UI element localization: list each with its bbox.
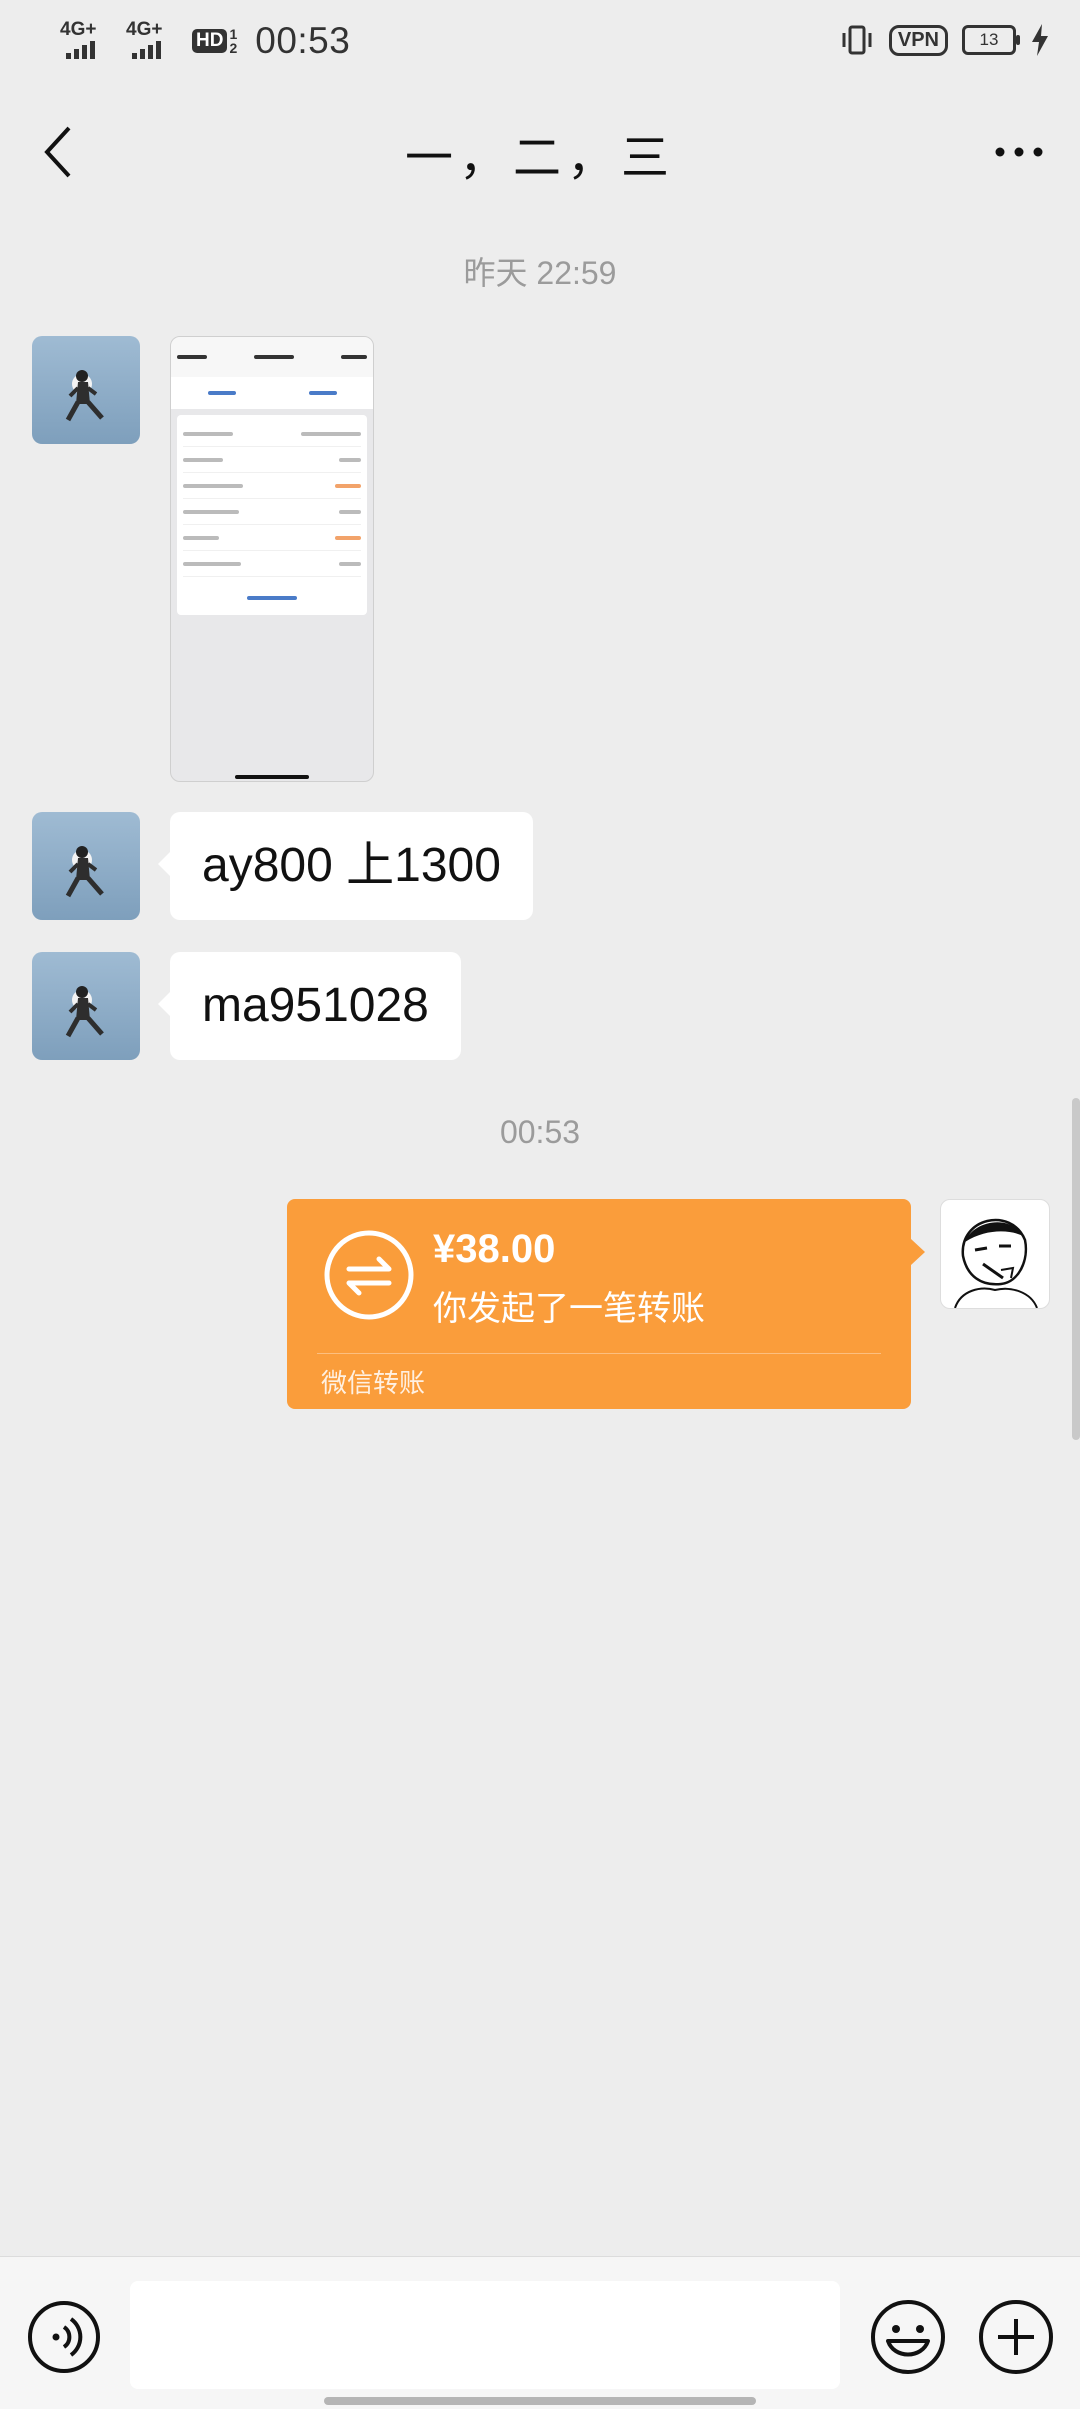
image-message[interactable] — [170, 336, 374, 782]
plus-icon[interactable] — [976, 2297, 1056, 2377]
vibrate-icon — [842, 25, 872, 55]
charging-icon — [1032, 24, 1048, 56]
status-time: 00:53 — [255, 20, 351, 61]
hd-label: HD — [192, 29, 228, 53]
my-avatar[interactable] — [940, 1199, 1050, 1309]
avatar[interactable] — [32, 952, 140, 1060]
signal-icon: 4G+ — [126, 19, 174, 59]
signal-label: 4G+ — [126, 19, 163, 40]
home-indicator[interactable] — [324, 2397, 756, 2405]
person-jump-image — [65, 846, 104, 898]
sketch-face-image — [954, 1218, 1038, 1308]
text-message[interactable]: ay800 上1300 — [158, 812, 533, 920]
input-bar — [0, 2256, 1080, 2409]
hd-icon: HD 1 2 — [192, 27, 237, 55]
message-timestamp: 00:53 — [499, 1114, 581, 1150]
text-message[interactable]: ma951028 — [158, 952, 461, 1060]
person-jump-image — [65, 370, 104, 422]
person-jump-image — [65, 986, 104, 1038]
chat-title: 一，二，三 — [404, 132, 675, 185]
scrollbar[interactable] — [1072, 1098, 1080, 1440]
hd-sub: 2 — [229, 40, 238, 56]
more-button[interactable] — [984, 122, 1054, 182]
hd-sup: 1 — [229, 26, 238, 42]
transfer-description: 你发起了一笔转账 — [433, 1290, 705, 1328]
transfer-amount: ¥38.00 — [433, 1227, 556, 1271]
image-thumb-header — [171, 337, 373, 377]
transfer-icon — [324, 1230, 414, 1320]
message-timestamp: 昨天 22:59 — [463, 255, 617, 291]
status-bar: 4G+ 4G+ HD 1 2 00:53 VPN 13 — [0, 0, 1080, 90]
emoji-icon[interactable] — [868, 2297, 948, 2377]
chat-header: 一，二，三 — [0, 90, 1080, 214]
signal-icon: 4G+ — [60, 19, 108, 59]
more-dots-icon — [995, 147, 1043, 157]
transfer-card[interactable]: ¥38.00 你发起了一笔转账 微信转账 — [287, 1199, 925, 1409]
message-input[interactable] — [130, 2281, 840, 2389]
signal-label: 4G+ — [60, 19, 97, 40]
voice-icon[interactable] — [26, 2299, 102, 2375]
battery-icon: 13 — [962, 25, 1020, 55]
avatar[interactable] — [32, 336, 140, 444]
avatar[interactable] — [32, 812, 140, 920]
vpn-badge: VPN — [888, 24, 948, 56]
transfer-footer: 微信转账 — [321, 1368, 426, 1398]
